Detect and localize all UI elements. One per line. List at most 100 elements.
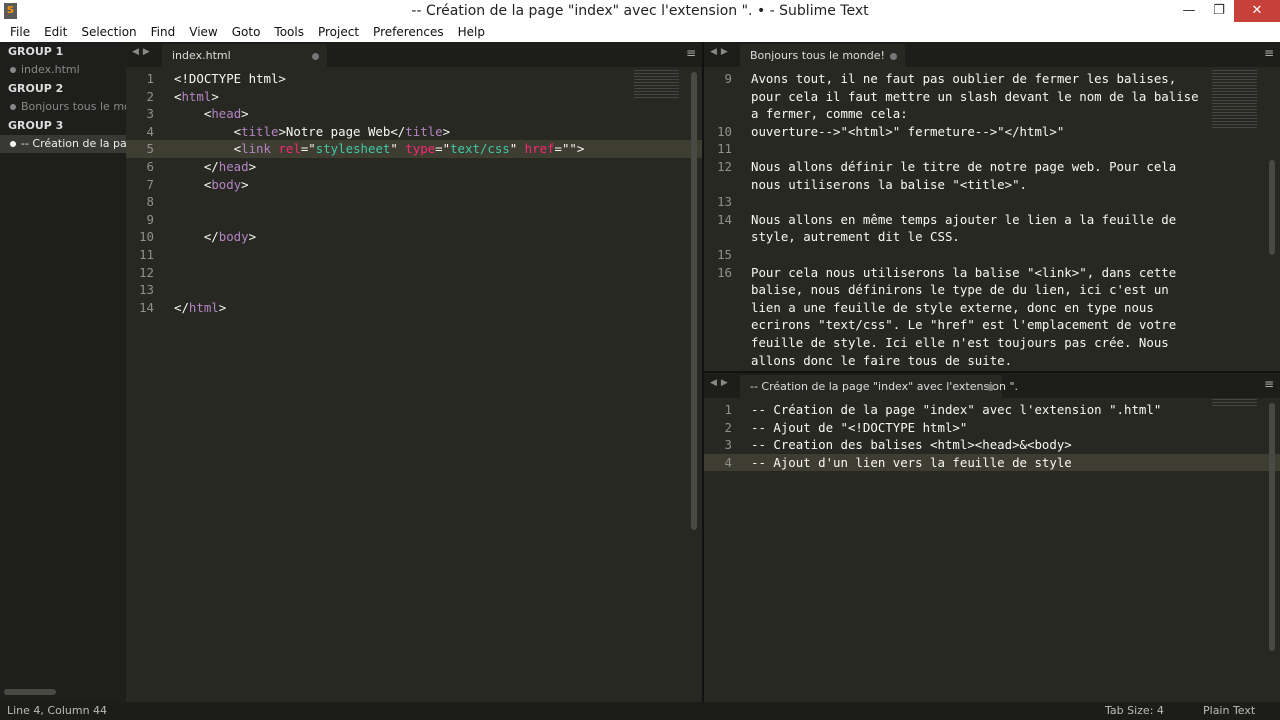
maximize-button[interactable]: ❐ [1204, 0, 1234, 22]
code-line: feuille de style. Ici elle n'est toujour… [704, 334, 1280, 352]
code-token: > [241, 176, 249, 192]
code-line: 11 [126, 246, 702, 264]
code-line: ecrirons "text/css". Le "href" est l'emp… [704, 316, 1280, 334]
syntax-mode[interactable]: Plain Text [1203, 702, 1255, 720]
menu-help[interactable]: Help [451, 25, 492, 39]
close-button[interactable]: ✕ [1234, 0, 1280, 22]
menu-find[interactable]: Find [144, 25, 183, 39]
code-token: body [211, 176, 242, 192]
dot-icon [10, 141, 16, 147]
code-line: 13 [126, 281, 702, 299]
sidebar-file-creation[interactable]: -- Création de la page "index" avec l'ex… [0, 135, 126, 153]
line-text: ouverture-->"<html>" fermeture-->"</html… [751, 123, 1065, 139]
tab-bar: ◀▶ index.html ≡ [126, 42, 702, 67]
line-number: 4 [724, 454, 732, 470]
line-number: 7 [146, 176, 154, 192]
code-token: > [218, 299, 227, 315]
vertical-scrollbar[interactable] [1269, 403, 1275, 651]
tab-creation[interactable]: -- Création de la page "index" avec l'ex… [740, 375, 1018, 398]
code-token: > [211, 88, 219, 104]
sidebar-file-bonjours[interactable]: Bonjours tous le monde! [0, 98, 126, 116]
line-number: 11 [139, 246, 154, 262]
line-text: <head> [174, 105, 249, 123]
tab-bar: ◀▶ -- Création de la page "index" avec l… [704, 373, 1280, 398]
close-tab-icon[interactable] [312, 53, 319, 60]
code-line: 9 [126, 211, 702, 229]
menu-icon[interactable]: ≡ [1264, 377, 1274, 391]
line-number: 10 [139, 229, 154, 245]
line-text: <body> [174, 176, 249, 194]
menu-icon[interactable]: ≡ [686, 46, 696, 60]
menu-goto[interactable]: Goto [225, 25, 268, 39]
line-text: </head> [174, 158, 256, 176]
group-2-label: GROUP 2 [8, 82, 64, 95]
dot-icon [10, 104, 16, 110]
file-label: Bonjours tous le monde! [21, 100, 126, 113]
group-3-label: GROUP 3 [8, 119, 64, 132]
line-text: Pour cela nous utiliserons la balise "<l… [751, 264, 1177, 280]
tab-nav-arrows-icon[interactable]: ◀▶ [710, 47, 732, 57]
line-number: 13 [139, 282, 154, 298]
code-token: type [405, 141, 436, 157]
code-line: 10 ouverture-->"<html>" fermeture-->"</ht… [704, 123, 1280, 141]
menu-file[interactable]: File [3, 25, 37, 39]
menu-view[interactable]: View [182, 25, 224, 39]
tab-size[interactable]: Tab Size: 4 [1105, 702, 1164, 720]
code-token: text/css [450, 141, 510, 157]
code-line: 1 -- Création de la page "index" avec l'e… [704, 401, 1280, 419]
code-token: html [181, 88, 212, 104]
code-line: 13 [704, 193, 1280, 211]
close-tab-icon[interactable] [987, 384, 994, 391]
code-line: 10 </body> [126, 228, 702, 246]
menu-preferences[interactable]: Preferences [366, 25, 451, 39]
line-text: -- Creation des balises <html><head>&<bo… [751, 437, 1072, 453]
menu-tools[interactable]: Tools [267, 25, 311, 39]
line-number: 3 [146, 106, 154, 122]
minimap[interactable] [1212, 70, 1257, 130]
menu-selection[interactable]: Selection [74, 25, 143, 39]
code-line: style, autrement dit le CSS. [704, 228, 1280, 246]
vertical-scrollbar[interactable] [691, 72, 697, 530]
code-area[interactable]: 1 <!DOCTYPE html> 2 <html> 3 <head> 4 <title>… [126, 70, 702, 316]
tab-nav-arrows-icon[interactable]: ◀▶ [132, 47, 154, 57]
tab-index-html[interactable]: index.html [162, 44, 327, 67]
line-number: 5 [146, 141, 154, 157]
line-number: 3 [724, 437, 732, 453]
tab-label: index.html [172, 49, 231, 62]
code-token: html [188, 299, 219, 315]
menu-icon[interactable]: ≡ [1264, 46, 1274, 60]
code-line: 4 <title>Notre page Web</title> [126, 123, 702, 141]
line-text: a fermer, comme cela: [751, 106, 908, 122]
minimize-button[interactable]: — [1174, 0, 1204, 22]
menu-project[interactable]: Project [311, 25, 366, 39]
tab-nav-arrows-icon[interactable]: ◀▶ [710, 378, 732, 388]
tab-bonjours[interactable]: Bonjours tous le monde! [740, 44, 905, 67]
code-token: > [248, 229, 257, 245]
text-area[interactable]: 1 -- Création de la page "index" avec l'e… [704, 401, 1280, 472]
sidebar-file-index[interactable]: index.html [0, 61, 126, 79]
text-area[interactable]: 9 Avons tout, il ne faut pas oublier de f… [704, 70, 1280, 369]
code-line: 9 Avons tout, il ne faut pas oublier de f… [704, 70, 1280, 88]
line-text: -- Création de la page "index" avec l'ex… [751, 402, 1162, 417]
line-number: 4 [146, 123, 154, 139]
close-tab-icon[interactable] [890, 53, 897, 60]
code-line: 16 Pour cela nous utiliserons la balise "… [704, 264, 1280, 282]
sidebar-scrollbar[interactable] [4, 689, 56, 695]
vertical-scrollbar[interactable] [1269, 160, 1275, 255]
code-line: 6 </head> [126, 158, 702, 176]
code-line: 2 <html> [126, 88, 702, 106]
code-line: nous utiliserons la balise "<title>". [704, 176, 1280, 194]
code-line: pour cela il faut mettre un slash devant… [704, 88, 1280, 106]
sublime-icon: S [4, 3, 17, 19]
line-text: pour cela il faut mettre un slash devant… [751, 88, 1199, 104]
group-1-label: GROUP 1 [8, 45, 64, 58]
menu-edit[interactable]: Edit [37, 25, 74, 39]
line-number: 14 [717, 211, 732, 227]
code-line: 2 -- Ajout de "<!DOCTYPE html>" [704, 419, 1280, 437]
code-line: 4 -- Ajout d'un lien vers la feuille de s… [704, 453, 1280, 472]
line-number: 2 [724, 419, 732, 435]
minimap[interactable] [634, 70, 679, 100]
minimap[interactable] [1212, 399, 1257, 407]
code-line: 1 <!DOCTYPE html> [126, 70, 702, 88]
line-text: Avons tout, il ne faut pas oublier de fe… [751, 71, 1177, 86]
